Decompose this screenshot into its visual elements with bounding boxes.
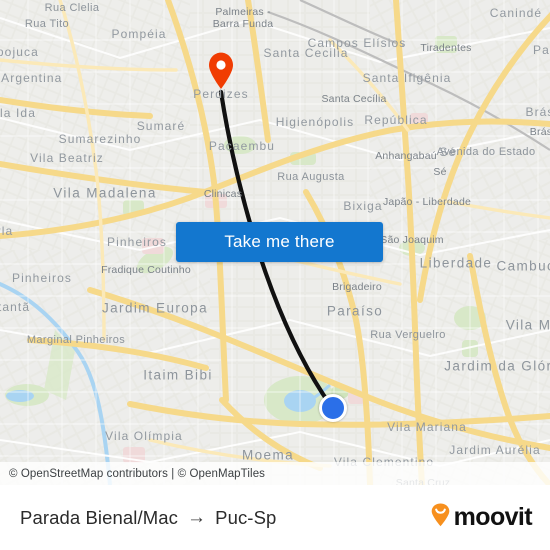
moovit-pin-icon <box>430 503 451 532</box>
moovit-wordmark: moovit <box>453 503 533 531</box>
destination-name: Puc-Sp <box>215 506 277 528</box>
map-canvas[interactable]: Rua Clelia Rua Tito Pompéia Palmeiras - Barr… <box>0 0 550 485</box>
map-attribution-bar: © OpenStreetMap contributors | © OpenMap… <box>0 462 550 485</box>
moovit-trip-screenshot: Rua Clelia Rua Tito Pompéia Palmeiras - Barr… <box>0 0 550 550</box>
trip-footer: Parada Bienal/Mac → Puc-Sp moovit <box>0 485 550 550</box>
route-summary: Parada Bienal/Mac → Puc-Sp <box>20 507 276 529</box>
attribution-text[interactable]: © OpenStreetMap contributors | © OpenMap… <box>9 468 265 480</box>
arrow-right-icon: → <box>187 506 207 528</box>
moovit-logo[interactable]: moovit <box>430 503 533 532</box>
origin-name: Parada Bienal/Mac <box>20 506 179 528</box>
origin-dot[interactable] <box>319 394 347 422</box>
take-me-there-button[interactable]: Take me there <box>176 222 383 262</box>
